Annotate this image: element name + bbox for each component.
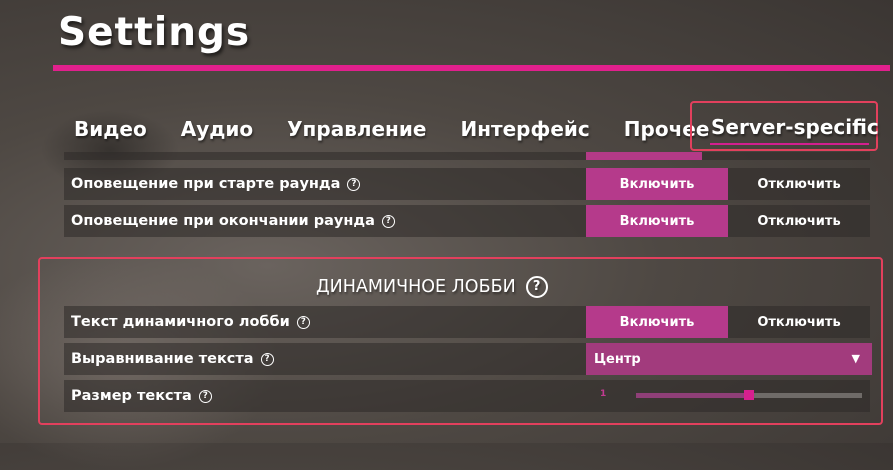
setting-row-text-alignment: Выравнивание текста ? Центр ▼: [64, 343, 872, 375]
help-icon[interactable]: ?: [198, 389, 212, 403]
scrolled-row-remnant: [64, 152, 870, 160]
setting-label: Оповещение при старте раунда ?: [71, 176, 361, 192]
page-title: Settings: [58, 10, 251, 55]
setting-row-text-size: Размер текста ? 1: [64, 380, 870, 412]
scrolled-button-remnant: [586, 152, 702, 160]
tab-controls[interactable]: Управление: [287, 104, 426, 141]
help-icon[interactable]: ?: [381, 214, 395, 228]
alignment-dropdown[interactable]: Центр ▼: [586, 343, 872, 375]
help-icon[interactable]: ?: [260, 352, 274, 366]
tab-interface[interactable]: Интерфейс: [460, 104, 589, 141]
dropdown-arrow-icon: ▼: [851, 352, 860, 365]
tab-video[interactable]: Видео: [74, 104, 147, 141]
title-underline: [53, 65, 890, 71]
setting-row-round-end: Оповещение при окончании раунда ? Включи…: [64, 205, 870, 237]
tab-server-specific[interactable]: Server-specific: [690, 101, 879, 151]
help-icon[interactable]: ?: [296, 315, 310, 329]
setting-row-lobby-text: Текст динамичного лобби ? Включить Отклю…: [64, 306, 870, 338]
help-icon[interactable]: ?: [525, 276, 548, 298]
text-size-slider[interactable]: [636, 390, 862, 400]
slider-fill: [636, 393, 749, 398]
help-icon[interactable]: ?: [347, 177, 361, 191]
settings-tabs: Видео Аудио Управление Интерфейс Прочее …: [74, 101, 879, 151]
enable-button[interactable]: Включить: [586, 205, 728, 237]
disable-button[interactable]: Отключить: [728, 205, 870, 237]
setting-label: Размер текста ?: [71, 388, 212, 404]
dropdown-value: Центр: [594, 351, 641, 367]
active-tab-underline: [710, 143, 869, 145]
slider-value: 1: [600, 389, 607, 399]
slider-handle[interactable]: [744, 390, 754, 400]
setting-row-round-start: Оповещение при старте раунда ? Включить …: [64, 168, 870, 200]
setting-label: Текст динамичного лобби ?: [71, 314, 310, 330]
section-title: ДИНАМИЧНОЕ ЛОББИ ?: [316, 276, 548, 298]
enable-button[interactable]: Включить: [586, 306, 728, 338]
disable-button[interactable]: Отключить: [728, 306, 870, 338]
disable-button[interactable]: Отключить: [728, 168, 870, 200]
enable-button[interactable]: Включить: [586, 168, 728, 200]
tab-server-specific-label: Server-specific: [711, 115, 879, 139]
tab-audio[interactable]: Аудио: [181, 104, 253, 141]
setting-label: Выравнивание текста ?: [71, 351, 274, 367]
setting-label: Оповещение при окончании раунда ?: [71, 213, 395, 229]
